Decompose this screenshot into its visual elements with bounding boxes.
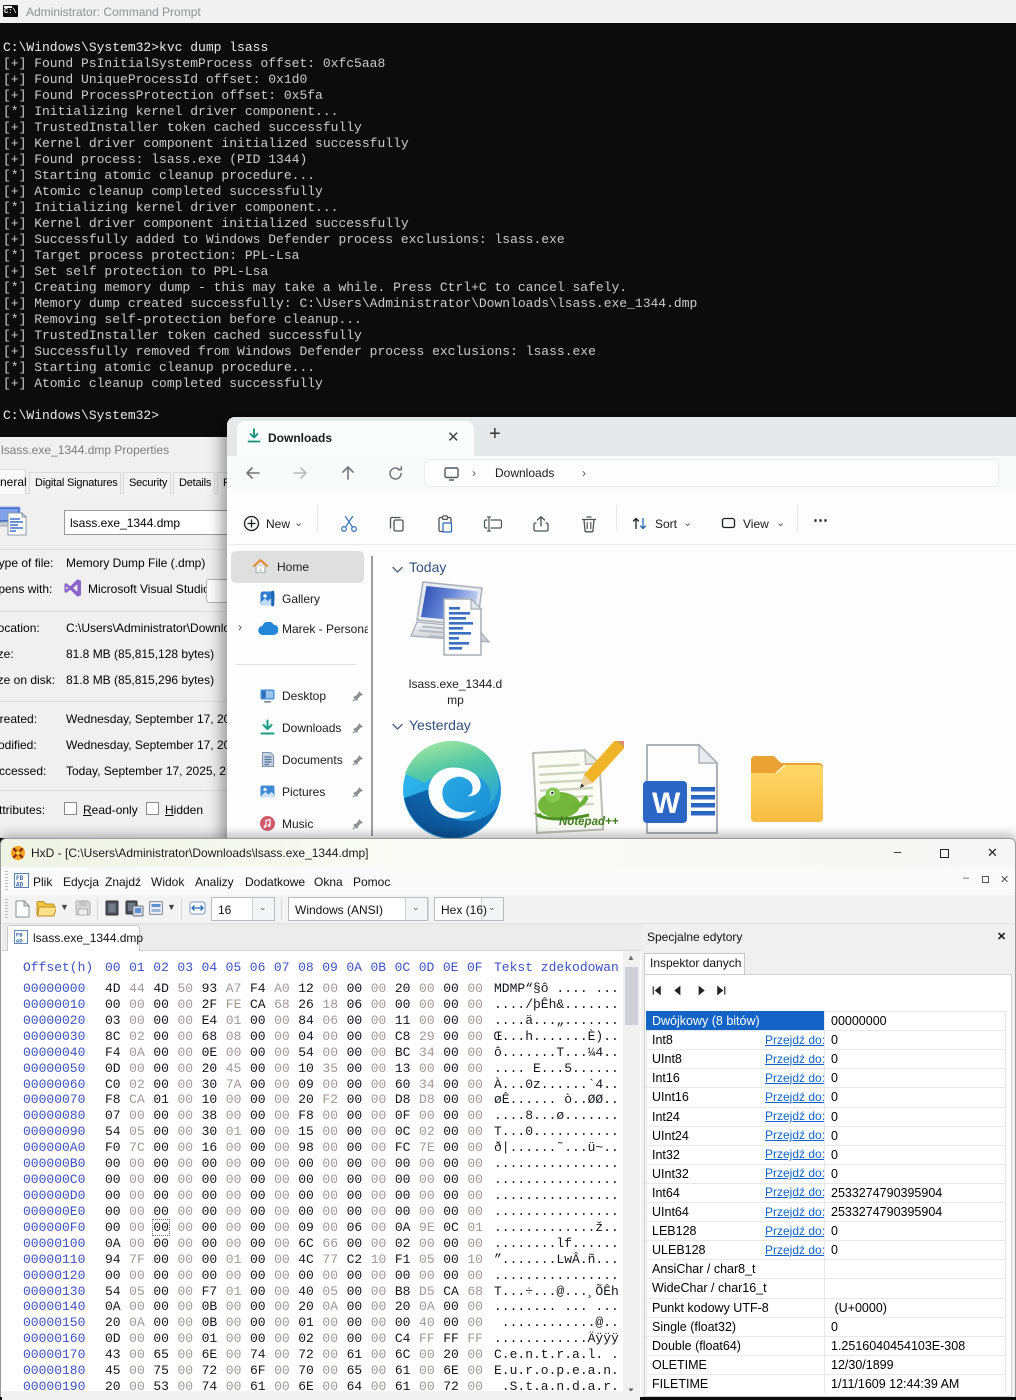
svg-text:Notepad++: Notepad++ — [559, 816, 619, 828]
svg-text:AD: AD — [16, 882, 24, 889]
svg-text:AD: AD — [16, 938, 23, 944]
svg-text:W: W — [652, 787, 681, 820]
